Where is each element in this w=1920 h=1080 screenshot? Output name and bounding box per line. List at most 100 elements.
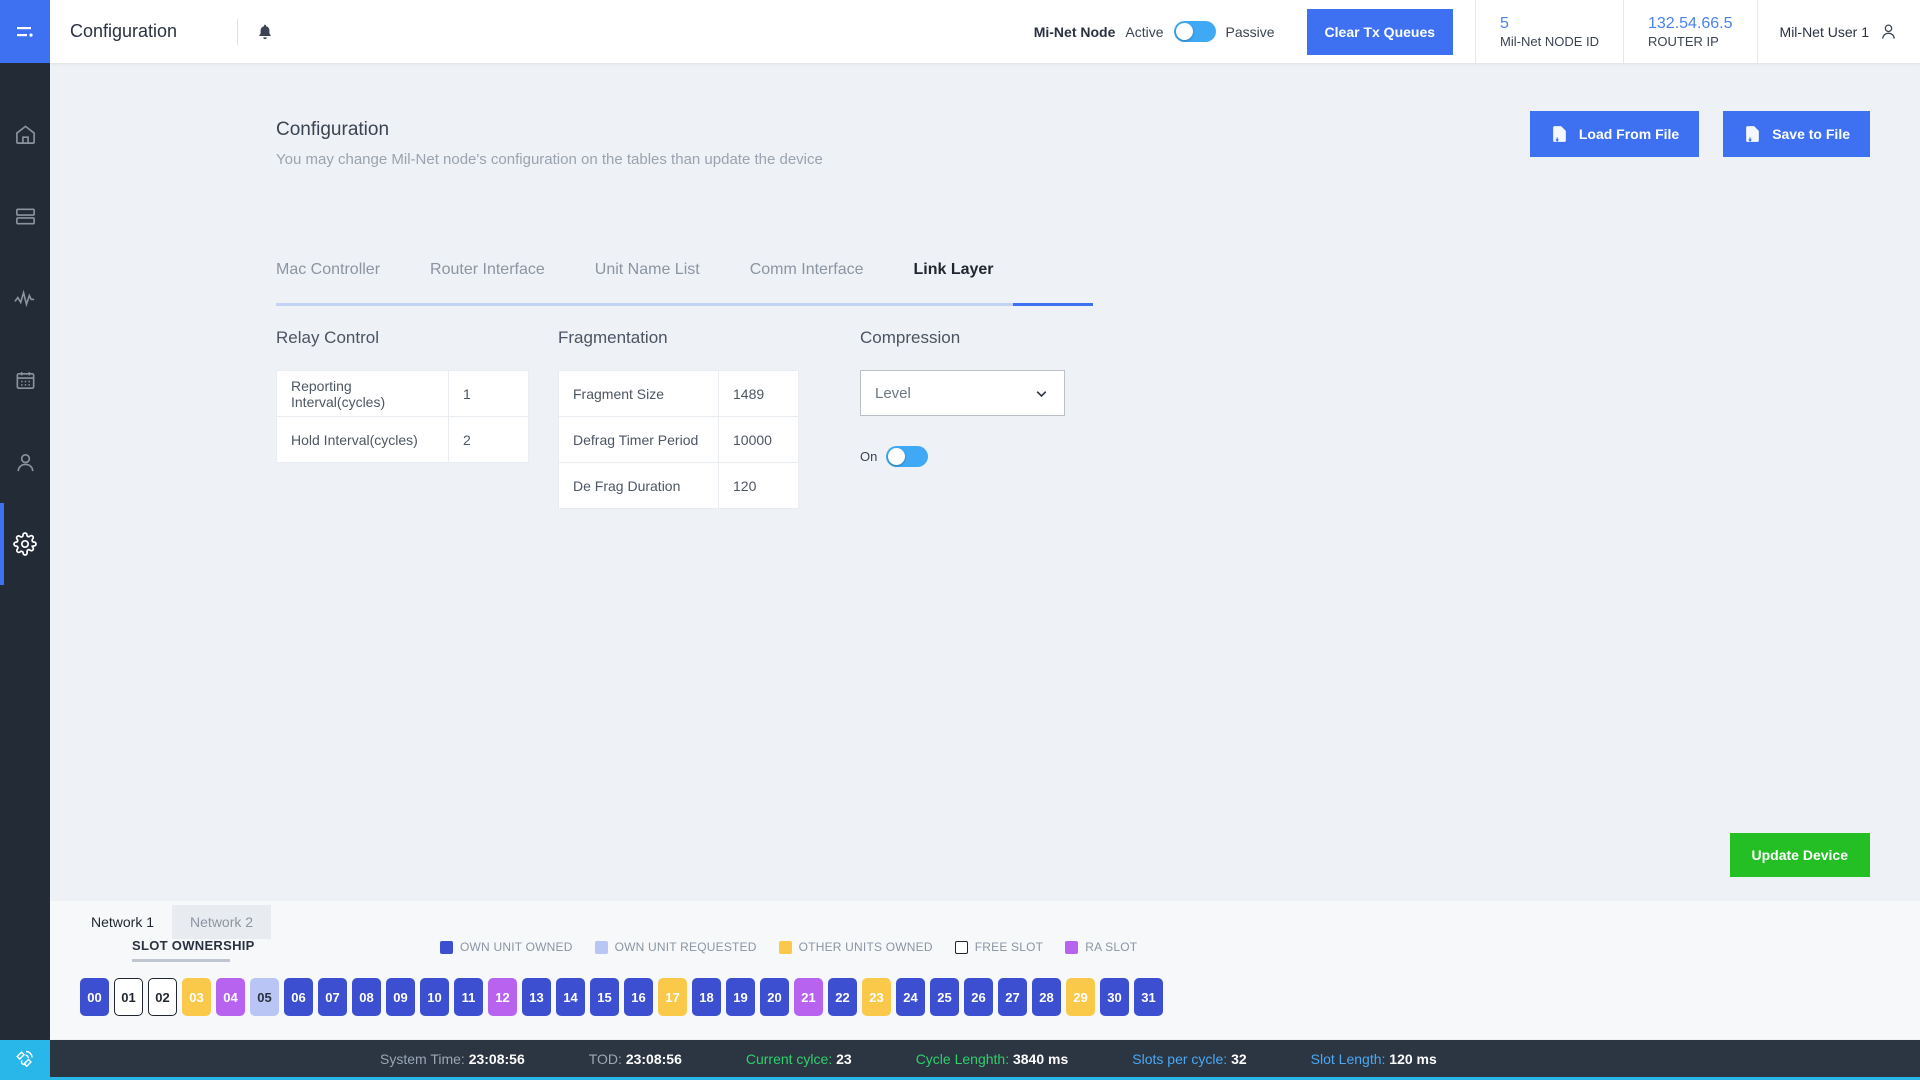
slot-cell[interactable]: 15 — [590, 978, 619, 1016]
slot-cell[interactable]: 12 — [488, 978, 517, 1016]
legend-label: OTHER UNITS OWNED — [798, 940, 933, 954]
slot-cell[interactable]: 18 — [692, 978, 721, 1016]
tab-link-layer[interactable]: Link Layer — [914, 261, 994, 291]
sidebar-logo-button[interactable] — [0, 0, 50, 63]
compression-level-select[interactable]: Level — [860, 370, 1065, 416]
tab-unit-name-list[interactable]: Unit Name List — [595, 261, 700, 291]
bottom-panel: Network 1 Network 2 SLOT OWNERSHIP TX IN… — [50, 901, 1920, 1039]
active-passive-toggle[interactable] — [1173, 21, 1216, 42]
update-device-button[interactable]: Update Device — [1729, 833, 1870, 877]
slot-cell[interactable]: 28 — [1032, 978, 1061, 1016]
mi-net-node-label: Mi-Net Node — [1033, 23, 1116, 40]
left-sidebar — [0, 0, 50, 1080]
fragment-size-value[interactable]: 1489 — [718, 370, 799, 417]
save-to-file-button[interactable]: Save to File — [1723, 111, 1870, 157]
tab-mac-controller[interactable]: Mac Controller — [276, 261, 380, 291]
slot-cell[interactable]: 27 — [998, 978, 1027, 1016]
slot-cell[interactable]: 06 — [284, 978, 313, 1016]
app-root: Configuration Mi-Net Node Active Passive… — [0, 0, 1920, 1080]
slot-cell[interactable]: 30 — [1100, 978, 1129, 1016]
slot-cell[interactable]: 20 — [760, 978, 789, 1016]
user-menu[interactable]: Mil-Net User 1 — [1756, 0, 1920, 63]
slot-cell[interactable]: 22 — [828, 978, 857, 1016]
chevron-down-icon — [1036, 390, 1047, 397]
slot-cell[interactable]: 00 — [80, 978, 109, 1016]
top-bar: Configuration Mi-Net Node Active Passive… — [50, 0, 1920, 63]
tab-router-interface[interactable]: Router Interface — [430, 261, 545, 291]
satellite-icon — [16, 1050, 33, 1068]
satellite-status-button[interactable] — [0, 1040, 50, 1080]
toggle-knob — [1175, 23, 1193, 40]
slot-cell[interactable]: 07 — [318, 978, 347, 1016]
slot-cell[interactable]: 21 — [794, 978, 823, 1016]
load-from-file-button[interactable]: Load From File — [1529, 111, 1700, 157]
page-header-title: Configuration — [70, 21, 178, 41]
status-label: Cycle Lenghth: — [915, 1050, 1013, 1067]
slot-cell[interactable]: 26 — [964, 978, 993, 1016]
sidebar-item-settings[interactable] — [0, 503, 50, 585]
network-tabs: Network 1 Network 2 — [73, 905, 272, 939]
slot-cell[interactable]: 17 — [658, 978, 687, 1016]
table-row: Fragment Size 1489 — [558, 370, 799, 417]
slot-cell[interactable]: 03 — [182, 978, 211, 1016]
legend-label: FREE SLOT — [974, 940, 1044, 954]
slot-cell[interactable]: 14 — [556, 978, 585, 1016]
file-download-icon — [1746, 126, 1760, 142]
clear-tx-queues-button[interactable]: Clear Tx Queues — [1306, 8, 1454, 55]
sidebar-item-monitoring[interactable] — [0, 257, 50, 339]
sidebar-item-home[interactable] — [0, 93, 50, 175]
defrag-duration-value[interactable]: 120 — [718, 462, 799, 509]
tab-network-2[interactable]: Network 2 — [172, 905, 272, 939]
notifications-button[interactable] — [256, 23, 274, 41]
active-label: Active — [1125, 23, 1164, 40]
slot-cell[interactable]: 05 — [250, 978, 279, 1016]
sidebar-item-users[interactable] — [0, 421, 50, 503]
slot-cell[interactable]: 11 — [454, 978, 483, 1016]
slot-ownership-title: SLOT OWNERSHIP — [132, 938, 255, 953]
status-tod: TOD: 23:08:56 — [589, 1051, 682, 1067]
slot-cell[interactable]: 10 — [420, 978, 449, 1016]
sidebar-nav — [0, 63, 50, 585]
status-value: 23 — [836, 1050, 852, 1067]
relay-hold-interval-value[interactable]: 2 — [448, 416, 529, 463]
slot-cell[interactable]: 31 — [1134, 978, 1163, 1016]
node-id-label: Mil-Net NODE ID — [1500, 33, 1599, 49]
slot-cell[interactable]: 29 — [1066, 978, 1095, 1016]
tab-comm-interface[interactable]: Comm Interface — [750, 261, 864, 291]
slot-legend: OWN UNIT OWNED OWN UNIT REQUESTED OTHER UN… — [440, 940, 1137, 954]
slot-cell[interactable]: 16 — [624, 978, 653, 1016]
relay-control-title: Relay Control — [276, 328, 379, 347]
tab-network-1[interactable]: Network 1 — [73, 905, 172, 939]
slot-cell[interactable]: 24 — [896, 978, 925, 1016]
slot-cell[interactable]: 04 — [216, 978, 245, 1016]
page-title: Configuration — [276, 119, 390, 140]
gear-icon — [13, 532, 37, 556]
compression-on-row: On — [860, 446, 1065, 467]
fragment-size-key: Fragment Size — [558, 370, 719, 417]
status-system-time: System Time: 23:08:56 — [380, 1051, 525, 1067]
save-to-file-label: Save to File — [1772, 126, 1850, 142]
status-slot-length: Slot Length: 120 ms — [1311, 1051, 1437, 1067]
status-value: 32 — [1231, 1050, 1247, 1067]
header-divider — [237, 18, 239, 45]
slot-cell[interactable]: 13 — [522, 978, 551, 1016]
slot-cell[interactable]: 02 — [148, 978, 177, 1016]
slot-cell[interactable]: 09 — [386, 978, 415, 1016]
status-value: 120 ms — [1389, 1050, 1437, 1067]
slot-cell[interactable]: 23 — [862, 978, 891, 1016]
slot-cell[interactable]: 01 — [114, 978, 143, 1016]
passive-label: Passive — [1225, 23, 1275, 40]
slot-cell[interactable]: 08 — [352, 978, 381, 1016]
status-value: 23:08:56 — [468, 1050, 525, 1067]
sidebar-item-schedule[interactable] — [0, 339, 50, 421]
slot-grid: 00 01 02 03 04 05 06 07 08 09 10 11 12 13 14 15 16 17 18 19… — [80, 978, 1163, 1016]
compression-toggle[interactable] — [886, 446, 929, 467]
relay-reporting-interval-value[interactable]: 1 — [448, 370, 529, 417]
defrag-timer-period-value[interactable]: 10000 — [718, 416, 799, 463]
slot-cell[interactable]: 19 — [726, 978, 755, 1016]
legend-swatch — [440, 940, 453, 954]
sidebar-item-dashboard[interactable] — [0, 175, 50, 257]
slot-cell[interactable]: 25 — [930, 978, 959, 1016]
main-content: Configuration You may change Mil-Net nod… — [50, 63, 1920, 901]
table-row: Hold Interval(cycles) 2 — [276, 416, 529, 463]
